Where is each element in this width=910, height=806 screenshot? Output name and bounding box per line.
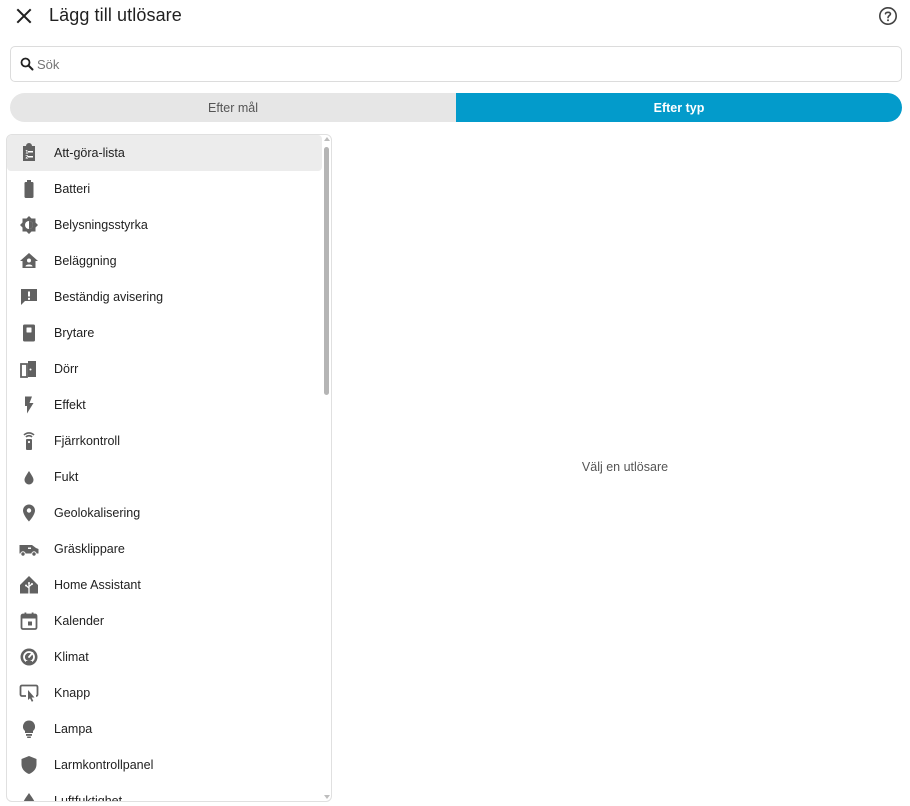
list-item-label: Kalender [54,614,105,628]
battery-icon [24,180,34,198]
switch-icon [23,324,35,342]
list-item-todo-list[interactable]: 1 2 Att-göra-lista [7,135,322,171]
shield-icon [21,756,37,774]
gesture-tap-button-icon [19,684,39,702]
list-item-lawn-mower[interactable]: Gräsklippare [7,531,322,567]
water-percent-icon [23,793,35,801]
list-item-persistent-notification[interactable]: Beständig avisering [7,279,322,315]
tab-label: Efter typ [653,100,705,115]
empty-state-message: Välj en utlösare [581,460,669,474]
map-marker-icon [23,504,35,522]
message-alert-icon [21,289,37,305]
remote-icon [23,432,35,450]
list-item-remote[interactable]: Fjärrkontroll [7,423,322,459]
trigger-type-list-panel: 1 2 Att-göra-lista Batteri Belysningssty… [6,134,332,802]
lightbulb-icon [22,720,36,738]
list-item-label: Lampa [54,722,93,736]
door-icon [20,361,36,378]
help-circle-icon [879,7,897,25]
list-item-label: Dörr [54,362,79,376]
list-item-humidity[interactable]: Luftfuktighet [7,783,322,802]
list-item-switch[interactable]: Brytare [7,315,322,351]
list-item-door[interactable]: Dörr [7,351,322,387]
brightness-icon [20,216,38,234]
list-item-light[interactable]: Lampa [7,711,322,747]
list-item-label: Beläggning [54,254,117,268]
flash-icon [25,396,34,414]
scroll-down-arrow[interactable] [324,795,330,799]
water-drop-icon [24,471,34,485]
list-item-illuminance[interactable]: Belysningsstyrka [7,207,322,243]
list-item-geolocation[interactable]: Geolokalisering [7,495,322,531]
list-item-label: Luftfuktighet [54,794,123,802]
home-account-icon [20,253,38,268]
svg-text:2: 2 [25,155,28,161]
list-item-climate[interactable]: Klimat [7,639,322,675]
list-item-label: Larmkontrollpanel [54,758,154,772]
scroll-thumb[interactable] [324,147,329,395]
list-item-label: Klimat [54,650,89,664]
clipboard-list-icon: 1 2 [23,143,35,161]
list-item-power[interactable]: Effekt [7,387,322,423]
list-item-label: Geolokalisering [54,506,141,520]
home-assistant-icon [20,576,38,594]
help-button[interactable] [876,4,900,28]
search-icon [20,57,34,71]
list-item-label: Brytare [54,326,95,340]
list-item-moisture[interactable]: Fukt [7,459,322,495]
tab-by-type[interactable]: Efter typ [456,93,902,122]
close-button[interactable] [12,4,36,28]
thermostat-icon [20,648,38,666]
search-box [10,46,902,82]
list-item-label: Batteri [54,182,91,196]
list-scrollbar[interactable] [323,135,331,801]
list-item-occupancy[interactable]: Beläggning [7,243,322,279]
scroll-up-arrow[interactable] [324,137,330,141]
list-item-label: Home Assistant [54,578,141,592]
list-item-button[interactable]: Knapp [7,675,322,711]
list-item-label: Fukt [54,470,79,484]
list-item-label: Fjärrkontroll [54,434,120,448]
tab-label: Efter mål [207,100,258,115]
page-title: Lägg till utlösare [49,5,182,25]
view-toggle: Efter mål Efter typ [10,93,902,122]
list-item-label: Knapp [54,686,91,700]
dialog-header: Lägg till utlösare [0,0,910,34]
calendar-icon [20,612,38,630]
close-icon [16,8,32,24]
list-item-home-assistant[interactable]: Home Assistant [7,567,322,603]
list-item-calendar[interactable]: Kalender [7,603,322,639]
tab-by-target[interactable]: Efter mål [10,93,456,122]
list-item-label: Effekt [54,398,86,412]
list-item-label: Beständig avisering [54,290,164,304]
trigger-type-list: 1 2 Att-göra-lista Batteri Belysningssty… [7,135,323,802]
robot-mower-icon [19,545,39,557]
search-input[interactable] [37,53,887,75]
list-item-battery[interactable]: Batteri [7,171,322,207]
list-item-label: Gräsklippare [54,542,125,556]
list-item-alarm-panel[interactable]: Larmkontrollpanel [7,747,322,783]
list-item-label: Belysningsstyrka [54,218,148,232]
list-item-label: Att-göra-lista [54,146,125,160]
